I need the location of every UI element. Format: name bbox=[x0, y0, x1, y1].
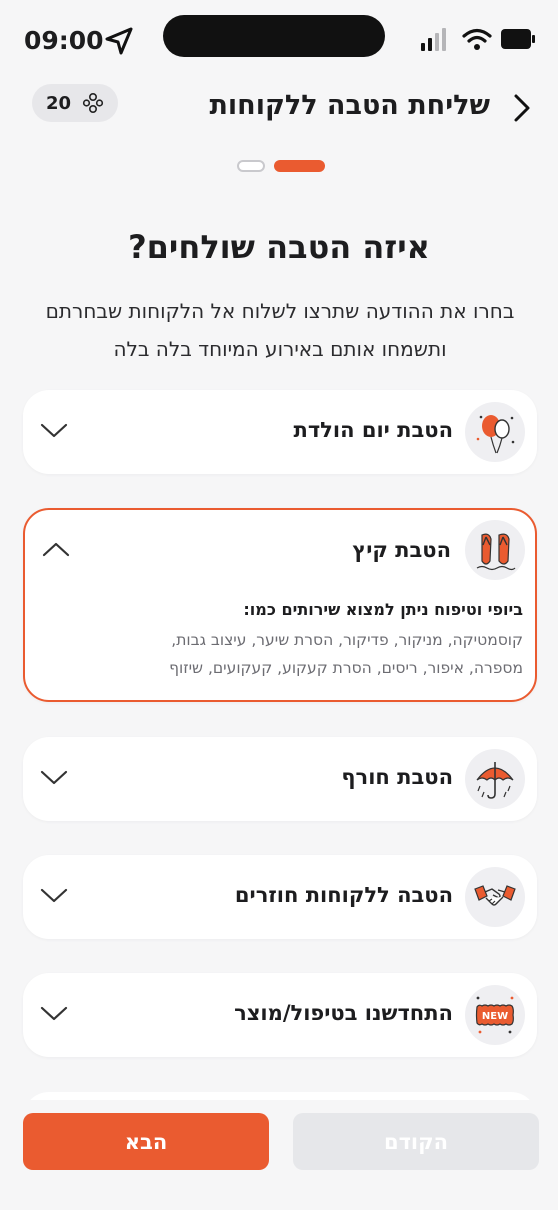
benefit-card-label: הטבת חורף bbox=[341, 765, 453, 789]
benefit-card-label: הטבה ללקוחות חוזרים bbox=[234, 883, 453, 907]
wifi-icon bbox=[462, 28, 492, 50]
benefit-description-heading: ביופי וטיפוח ניתן למצוא שירותים כמו: bbox=[243, 600, 523, 619]
balloons-icon bbox=[476, 415, 515, 454]
page-header: שליחת הטבה ללקוחות 20 bbox=[0, 80, 558, 140]
benefit-card-birthday[interactable]: הטבת יום הולדת bbox=[23, 390, 537, 474]
selected-customers-count[interactable]: 20 bbox=[32, 84, 118, 122]
benefit-icon-circle bbox=[465, 867, 525, 927]
battery-icon bbox=[501, 29, 535, 49]
customers-count-number: 20 bbox=[46, 92, 72, 114]
flip-flops-icon bbox=[476, 533, 516, 571]
benefit-icon-circle bbox=[465, 749, 525, 809]
chevron-up-icon[interactable] bbox=[41, 540, 71, 560]
question-subtitle: בחרו את ההודעה שתרצו לשלוח אל הלקוחות שב… bbox=[30, 292, 530, 368]
previous-button[interactable]: הקודם bbox=[293, 1113, 539, 1170]
benefit-card-new-treatment[interactable]: NEW התחדשנו בטיפול/מוצר bbox=[23, 973, 537, 1057]
page-title: שליחת הטבה ללקוחות bbox=[209, 90, 490, 121]
new-badge-text: NEW bbox=[482, 1011, 508, 1022]
back-chevron-icon[interactable] bbox=[508, 92, 534, 124]
benefit-card-label: הטבת קיץ bbox=[352, 538, 451, 562]
benefit-description-body: קוסמטיקה, מניקור, פדיקור, הסרת שיער, עיצ… bbox=[169, 631, 523, 677]
users-group-icon bbox=[82, 92, 104, 114]
chevron-down-icon[interactable] bbox=[39, 420, 69, 440]
cellular-signal-icon bbox=[421, 28, 446, 51]
benefit-card-label: הטבת יום הולדת bbox=[293, 418, 453, 442]
progress-stepper bbox=[0, 160, 558, 174]
benefit-card-returning-customers[interactable]: הטבה ללקוחות חוזרים bbox=[23, 855, 537, 939]
status-time: 09:00 bbox=[24, 26, 104, 55]
subtitle-line-1: בחרו את ההודעה שתרצו לשלוח אל הלקוחות שב… bbox=[45, 299, 515, 323]
location-arrow-icon bbox=[105, 27, 133, 55]
status-bar: 09:00 bbox=[0, 0, 558, 80]
footer-actions: הבא הקודם bbox=[0, 1100, 558, 1210]
chevron-down-icon[interactable] bbox=[39, 885, 69, 905]
benefit-card-label: התחדשנו בטיפול/מוצר bbox=[234, 1001, 453, 1025]
benefit-card-winter[interactable]: הטבת חורף bbox=[23, 737, 537, 821]
handshake-icon bbox=[474, 885, 516, 906]
umbrella-icon bbox=[476, 762, 514, 799]
benefit-icon-circle bbox=[465, 402, 525, 462]
chevron-down-icon[interactable] bbox=[39, 1003, 69, 1023]
chevron-down-icon[interactable] bbox=[39, 767, 69, 787]
step-indicator-1-active bbox=[274, 160, 325, 172]
benefit-card-summer[interactable]: הטבת קיץ ביופי וטיפוח ניתן למצוא שירותים… bbox=[23, 508, 537, 702]
question-heading: איזה הטבה שולחים? bbox=[128, 228, 430, 266]
next-button[interactable]: הבא bbox=[23, 1113, 269, 1170]
benefit-icon-circle: NEW bbox=[465, 985, 525, 1045]
new-badge-icon: NEW bbox=[475, 996, 514, 1034]
benefit-icon-circle bbox=[465, 520, 525, 580]
step-indicator-2 bbox=[237, 160, 265, 172]
dynamic-island bbox=[163, 15, 385, 57]
subtitle-line-2: ותשמחו אותם באירוע המיוחד בלה בלה bbox=[113, 337, 447, 361]
